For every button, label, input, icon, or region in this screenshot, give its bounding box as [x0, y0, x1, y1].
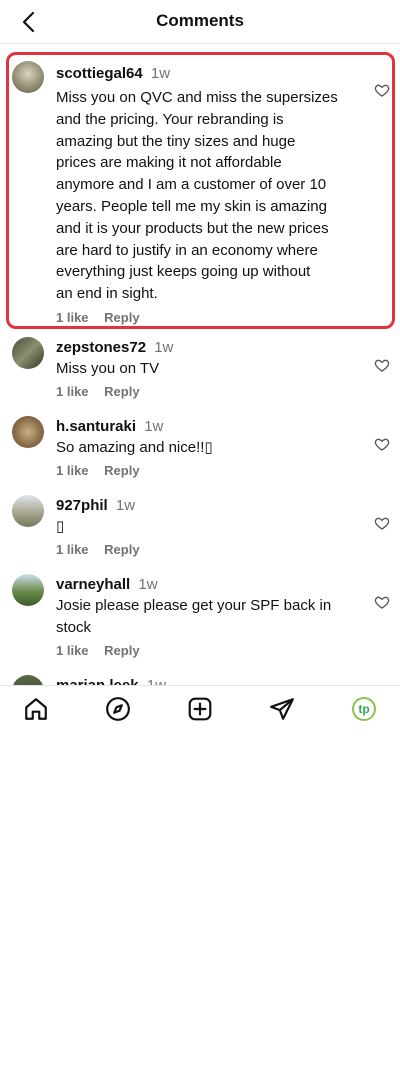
like-count[interactable]: 1 like: [56, 384, 89, 399]
comment-username[interactable]: 927phil: [56, 497, 108, 514]
home-icon: [25, 698, 47, 720]
bottom-nav: tp: [0, 685, 400, 731]
avatar[interactable]: [12, 495, 44, 527]
comment-username[interactable]: varneyhall: [56, 576, 130, 593]
reply-button[interactable]: Reply: [104, 310, 139, 325]
page-title: Comments: [156, 11, 244, 30]
comment-text: So amazing and nice!!▯: [56, 439, 213, 456]
like-count[interactable]: 1 like: [56, 542, 89, 557]
comment-username[interactable]: scottiegal64: [56, 65, 143, 82]
comment-text: Josie please please get your SPF back in…: [56, 597, 332, 636]
heart-icon[interactable]: [374, 515, 390, 531]
heart-icon[interactable]: [374, 436, 390, 452]
explore-icon: [106, 697, 130, 721]
avatar[interactable]: [12, 337, 44, 369]
comment-text: ▯: [56, 518, 65, 535]
avatar[interactable]: [12, 675, 44, 685]
reply-button[interactable]: Reply: [104, 643, 139, 658]
avatar[interactable]: [12, 61, 44, 93]
comment-time: 1w: [147, 677, 166, 685]
heart-icon[interactable]: [374, 357, 390, 373]
comment-time: 1w: [150, 65, 171, 82]
comments-list[interactable]: scottiegal64 1w Miss you on QVC and miss…: [0, 45, 400, 685]
comment-username[interactable]: zepstones72: [56, 339, 146, 356]
send-icon: [270, 698, 294, 720]
comment-time: 1w: [144, 418, 164, 435]
nav-create[interactable]: [187, 696, 213, 722]
comment-text: Miss you on TV: [56, 360, 160, 377]
comment-time: 1w: [138, 576, 158, 593]
heart-icon[interactable]: [374, 594, 390, 610]
header-bar: Comments: [0, 0, 400, 44]
comment-text: Miss you on QVC and miss the supersizes …: [56, 89, 338, 303]
nav-explore[interactable]: [105, 696, 131, 722]
avatar[interactable]: [12, 416, 44, 448]
like-count[interactable]: 1 like: [56, 643, 89, 658]
nav-home[interactable]: [23, 696, 49, 722]
comment-time: 1w: [115, 497, 136, 514]
comment-username[interactable]: h.santuraki: [56, 418, 136, 435]
heart-icon[interactable]: [374, 82, 390, 98]
avatar[interactable]: [12, 574, 44, 606]
comment-time: 1w: [154, 339, 174, 356]
like-count[interactable]: 1 like: [56, 463, 89, 478]
like-count[interactable]: 1 like: [56, 310, 89, 325]
comment-username[interactable]: marian.leek: [56, 677, 139, 685]
profile-avatar[interactable]: tp: [352, 697, 376, 721]
reply-button[interactable]: Reply: [104, 384, 139, 399]
nav-send[interactable]: [269, 696, 295, 722]
reply-button[interactable]: Reply: [104, 463, 139, 478]
create-icon: [188, 697, 212, 721]
profile-initials: tp: [358, 702, 370, 716]
reply-button[interactable]: Reply: [104, 542, 139, 557]
